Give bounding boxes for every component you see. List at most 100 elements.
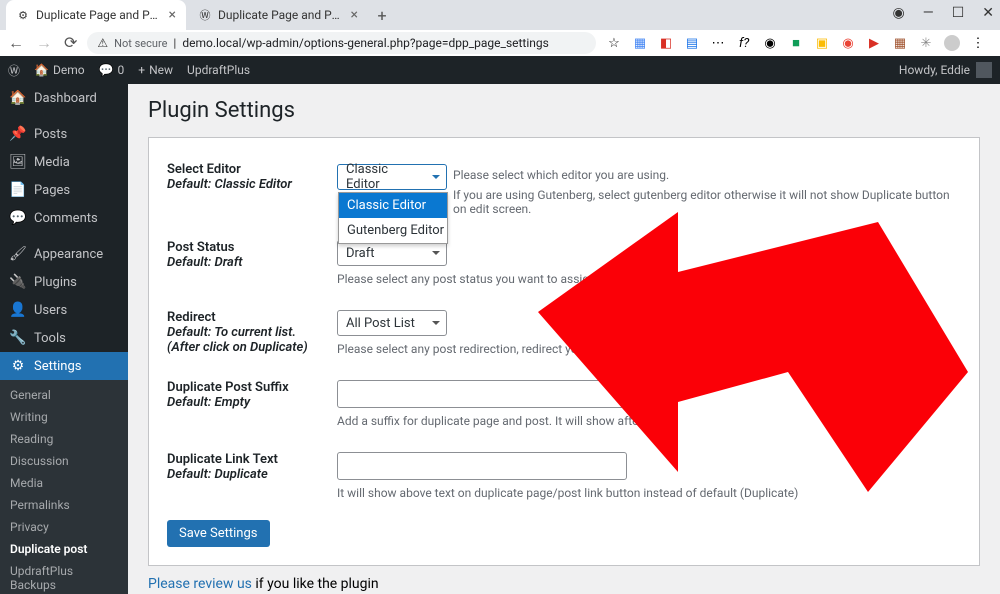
redirect-label: Redirect — [167, 310, 337, 325]
tab-title: Duplicate Page and Post ‹ Demo — [36, 8, 163, 22]
editor-select[interactable]: Classic Editor Classic Editor Gutenberg … — [337, 164, 447, 190]
users-icon: 👤 — [10, 302, 26, 318]
tab-bar: ⚙ Duplicate Page and Post ‹ Demo × Ⓦ Dup… — [0, 0, 1000, 30]
insecure-icon: ⚠ — [97, 36, 108, 50]
reload-icon[interactable]: ⟳ — [64, 33, 77, 53]
editor-desc2: If you are using Gutenberg, select guten… — [453, 188, 961, 216]
record-icon[interactable]: ◉ — [893, 5, 905, 21]
review-link[interactable]: Please review us — [148, 576, 252, 592]
row-redirect: Redirect Default: To current list. (Afte… — [167, 298, 961, 368]
howdy-text[interactable]: Howdy, Eddie — [899, 63, 970, 77]
posts-icon: 📌 — [10, 126, 26, 142]
redirect-select[interactable]: All Post List — [337, 310, 447, 336]
ext-icon[interactable]: ◉ — [762, 35, 778, 51]
home-icon: 🏠 — [34, 63, 49, 77]
new-tab-button[interactable]: + — [370, 3, 394, 27]
browser-tab-active[interactable]: ⚙ Duplicate Page and Post ‹ Demo × — [6, 0, 186, 30]
settings-submenu: General Writing Reading Discussion Media… — [0, 380, 128, 594]
linktext-input[interactable] — [337, 452, 627, 480]
sidebar-item-comments[interactable]: 💬Comments — [0, 204, 128, 232]
sidebar-item-plugins[interactable]: 🔌Plugins — [0, 268, 128, 296]
sub-media[interactable]: Media — [0, 472, 128, 494]
row-select-editor: Select Editor Default: Classic Editor Cl… — [167, 150, 961, 228]
sidebar-item-users[interactable]: 👤Users — [0, 296, 128, 324]
site-home[interactable]: 🏠Demo — [34, 63, 85, 77]
status-label: Post Status — [167, 240, 337, 255]
tools-icon: 🔧 — [10, 330, 26, 346]
linktext-desc: It will show above text on duplicate pag… — [337, 486, 961, 500]
suffix-input[interactable] — [337, 380, 627, 408]
new-content[interactable]: +New — [138, 63, 173, 77]
updraft-link[interactable]: UpdraftPlus — [187, 63, 250, 77]
ext-icon[interactable]: ▦ — [892, 35, 908, 51]
profile-avatar-icon[interactable] — [944, 35, 960, 51]
sub-reading[interactable]: Reading — [0, 428, 128, 450]
ext-icon[interactable]: ✳ — [918, 35, 934, 51]
ext-icon[interactable]: ⋯ — [710, 35, 726, 51]
minimize-icon[interactable]: — — [923, 5, 934, 21]
suffix-default: Default: Empty — [167, 395, 337, 410]
suffix-desc: Add a suffix for duplicate page and post… — [337, 414, 961, 428]
browser-chrome: ⚙ Duplicate Page and Post ‹ Demo × Ⓦ Dup… — [0, 0, 1000, 56]
window-controls: ◉ — ☐ ✕ — [893, 5, 994, 21]
sub-updraft[interactable]: UpdraftPlus Backups — [0, 560, 128, 594]
comments-bubble[interactable]: 💬0 — [99, 63, 125, 77]
favicon-icon: ⚙ — [16, 8, 30, 22]
sidebar-item-appearance[interactable]: 🖌Appearance — [0, 240, 128, 268]
sidebar-item-dashboard[interactable]: 🏠Dashboard — [0, 84, 128, 112]
sub-writing[interactable]: Writing — [0, 406, 128, 428]
avatar-icon[interactable] — [976, 62, 992, 78]
review-tail: if you like the plugin — [252, 576, 379, 592]
wp-admin-bar: Ⓦ 🏠Demo 💬0 +New UpdraftPlus Howdy, Eddie — [0, 56, 1000, 84]
sub-duplicate-post[interactable]: Duplicate post — [0, 538, 128, 560]
menu-icon[interactable]: ⋮ — [970, 35, 986, 51]
sidebar-item-posts[interactable]: 📌Posts — [0, 120, 128, 148]
close-icon[interactable]: × — [351, 7, 358, 23]
ext-icon[interactable]: f? — [736, 35, 752, 51]
forward-icon[interactable]: → — [36, 33, 52, 53]
ext-icon[interactable]: ◉ — [840, 35, 856, 51]
sub-discussion[interactable]: Discussion — [0, 450, 128, 472]
star-icon[interactable]: ☆ — [606, 35, 622, 51]
url-text: demo.local/wp-admin/options-general.php?… — [182, 36, 548, 50]
editor-desc1: Please select which editor you are using… — [453, 168, 961, 182]
dashboard-icon: 🏠 — [10, 90, 26, 106]
ext-icon[interactable]: ▦ — [632, 35, 648, 51]
url-field[interactable]: ⚠ Not secure | demo.local/wp-admin/optio… — [87, 32, 596, 54]
row-link-text: Duplicate Link Text Default: Duplicate I… — [167, 440, 961, 512]
save-button[interactable]: Save Settings — [167, 520, 270, 547]
maximize-icon[interactable]: ☐ — [952, 5, 965, 21]
nav-arrows: ← → ⟳ — [8, 33, 77, 53]
sidebar-item-pages[interactable]: 📄Pages — [0, 176, 128, 204]
status-desc: Please select any post status you want t… — [337, 272, 961, 286]
extensions: ☆ ▦ ◧ ▤ ⋯ f? ◉ ■ ▣ ◉ ▶ ▦ ✳ ⋮ — [606, 35, 992, 51]
editor-option-gutenberg[interactable]: Gutenberg Editor — [339, 218, 447, 243]
admin-sidebar: 🏠Dashboard 📌Posts 🖼Media 📄Pages 💬Comment… — [0, 84, 128, 594]
editor-dropdown: Classic Editor Gutenberg Editor — [338, 192, 448, 244]
sub-general[interactable]: General — [0, 384, 128, 406]
sub-privacy[interactable]: Privacy — [0, 516, 128, 538]
close-window-icon[interactable]: ✕ — [982, 5, 994, 21]
divider: | — [173, 36, 176, 50]
editor-option-classic[interactable]: Classic Editor — [339, 193, 447, 218]
redirect-extra: (After click on Duplicate) — [167, 340, 337, 355]
ext-icon[interactable]: ▶ — [866, 35, 882, 51]
ext-icon[interactable]: ■ — [788, 35, 804, 51]
status-default: Default: Draft — [167, 255, 337, 270]
ext-icon[interactable]: ▤ — [684, 35, 700, 51]
redirect-default: Default: To current list. — [167, 325, 337, 340]
ext-icon[interactable]: ▣ — [814, 35, 830, 51]
sidebar-item-media[interactable]: 🖼Media — [0, 148, 128, 176]
ext-icon[interactable]: ◧ — [658, 35, 674, 51]
favicon-icon: Ⓦ — [198, 8, 212, 22]
browser-tab-inactive[interactable]: Ⓦ Duplicate Page and Post – WordP × — [188, 0, 368, 30]
close-icon[interactable]: × — [169, 7, 176, 23]
appearance-icon: 🖌 — [10, 246, 26, 262]
back-icon[interactable]: ← — [8, 33, 24, 53]
sub-permalinks[interactable]: Permalinks — [0, 494, 128, 516]
linktext-label: Duplicate Link Text — [167, 452, 337, 467]
sidebar-item-tools[interactable]: 🔧Tools — [0, 324, 128, 352]
sidebar-item-settings[interactable]: ⚙Settings — [0, 352, 128, 380]
page-title: Plugin Settings — [148, 98, 980, 123]
wp-logo-icon[interactable]: Ⓦ — [8, 62, 20, 79]
